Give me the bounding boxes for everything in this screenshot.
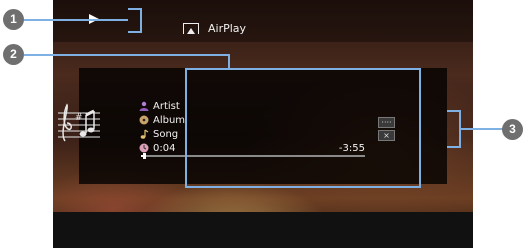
artist-label: Artist xyxy=(153,101,180,112)
callout-box-2 xyxy=(185,68,421,188)
callout-badge-2: 2 xyxy=(3,44,24,65)
callout-bracket-3 xyxy=(447,110,461,148)
disc-icon xyxy=(139,115,149,125)
callout-badge-3: 3 xyxy=(502,119,523,140)
bottom-bar xyxy=(53,212,473,248)
svg-text:#: # xyxy=(75,113,83,123)
callout-badge-1: 1 xyxy=(3,9,24,30)
callout-line-1 xyxy=(24,19,128,21)
music-notes-icon: # xyxy=(58,103,100,142)
progress-knob[interactable] xyxy=(143,153,147,159)
service-label: AirPlay xyxy=(208,22,247,35)
callout-line-3 xyxy=(461,128,503,130)
elapsed-time: 0:04 xyxy=(153,143,176,154)
song-label: Song xyxy=(153,129,179,140)
airplay-icon xyxy=(183,23,199,34)
person-icon xyxy=(139,101,149,111)
callout-bracket-1 xyxy=(128,8,142,33)
clock-icon xyxy=(139,143,149,153)
callout-line-2a xyxy=(24,54,230,56)
album-label: Album xyxy=(153,115,186,126)
callout-line-2b xyxy=(228,54,230,69)
top-bar xyxy=(53,0,473,42)
note-icon xyxy=(140,129,149,139)
